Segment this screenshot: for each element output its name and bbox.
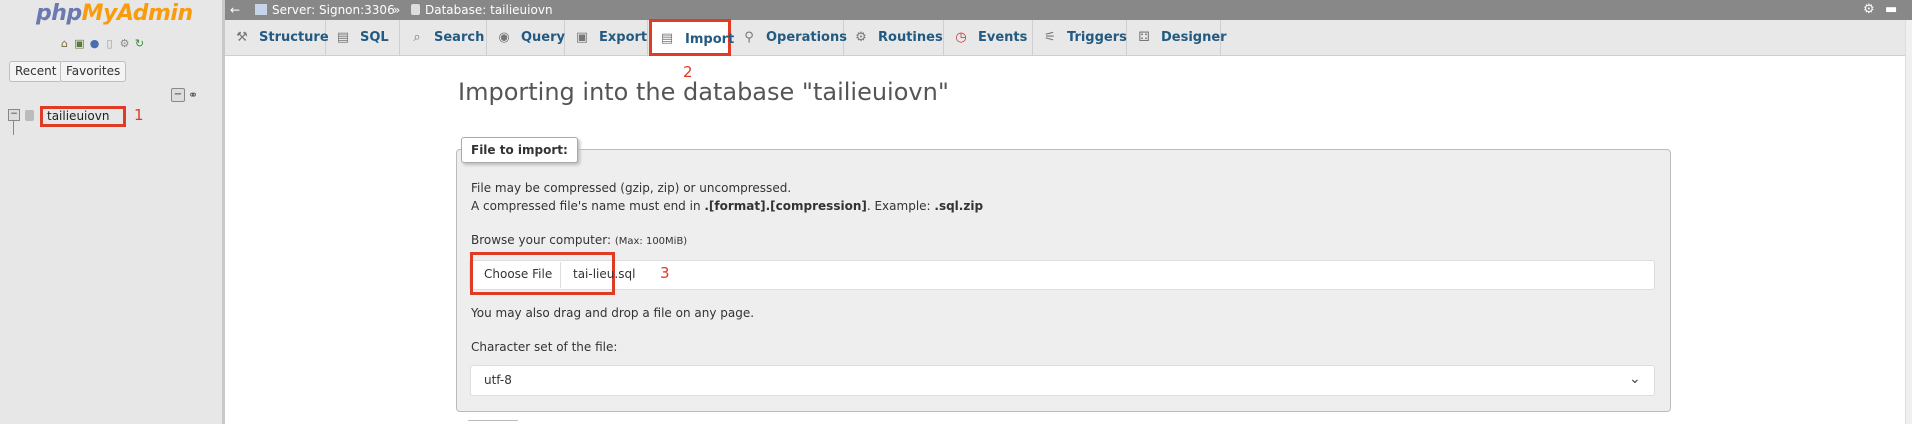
search-icon: ⌕ [413,30,421,45]
tab-search[interactable]: ⌕ Search [400,20,487,55]
tab-label: Triggers [1067,30,1127,45]
import-icon: ▤ [660,31,674,46]
browse-label-text: Browse your computer: [471,233,615,247]
link-with-main-icon[interactable]: ⚭ [188,88,198,102]
compression-note: File may be compressed (gzip, zip) or un… [471,181,792,195]
help-icon[interactable]: ● [88,37,101,50]
triggers-icon: ⚟ [1044,30,1056,45]
breadcrumb-database[interactable]: Database: tailieuiovn [425,0,553,20]
structure-icon: ⚒ [236,30,248,45]
tab-export[interactable]: ▣ Export [565,20,648,55]
browse-label: Browse your computer: (Max: 100MiB) [471,233,687,247]
max-size-label: (Max: 100MiB) [614,236,688,247]
breadcrumb-bar: ← Server: Signon:3306 » Database: tailie… [225,0,1912,20]
tab-triggers[interactable]: ⚟ Triggers [1033,20,1127,55]
charset-selected-value: utf-8 [484,373,512,387]
breadcrumb-server[interactable]: Server: Signon:3306 [272,0,395,20]
charset-label: Character set of the file: [471,340,618,354]
annotation-1: 1 [134,106,144,124]
tab-label: Designer [1161,30,1227,45]
tab-routines[interactable]: ⚙ Routines [844,20,944,55]
logo-myadmin: MyAdmin [81,1,193,26]
query-icon: ◉ [498,30,510,45]
recent-button[interactable]: Recent [9,61,63,82]
server-icon [255,4,267,15]
docs-icon[interactable]: ▯ [103,37,116,50]
ext-note-prefix: A compressed file's name must end in [471,199,705,213]
file-input[interactable] [469,260,1655,290]
chevron-down-icon[interactable]: ⌄ [1629,371,1641,387]
tab-label: Operations [766,30,847,45]
tab-label: Query [521,30,566,45]
settings-gear-icon[interactable]: ⚙ [1863,0,1875,20]
designer-icon: ⚃ [1138,30,1150,45]
tab-bar: ⚒ Structure ▤ SQL ⌕ Search ◉ Query ▣ Exp… [225,19,1905,56]
database-icon [411,4,420,15]
routines-icon: ⚙ [855,30,867,45]
tab-import[interactable]: ▤ Import [649,19,735,56]
database-item-tailieuiovn[interactable]: tailieuiovn [40,106,126,127]
reload-icon[interactable]: ↻ [133,37,146,50]
file-input-divider [560,262,561,288]
tab-label: Events [978,30,1028,45]
tab-label: Routines [878,30,943,45]
tab-label: Structure [259,30,329,45]
tab-events[interactable]: ◷ Events [944,20,1033,55]
tab-query[interactable]: ◉ Query [487,20,565,55]
sidebar-quick-icons: ⌂ ▣ ● ▯ ⚙ ↻ [58,37,146,50]
minimize-icon[interactable]: ▬ [1885,0,1897,20]
home-icon[interactable]: ⌂ [58,37,71,50]
export-icon: ▣ [575,30,589,45]
next-fieldset-edge [468,420,518,425]
phpmyadmin-logo[interactable]: phpMyAdmin [36,1,193,26]
ext-note-format: .[format].[compression] [704,199,867,213]
breadcrumb-separator: » [393,3,401,17]
tab-label: Export [599,30,648,45]
extension-note: A compressed file's name must end in .[f… [471,199,983,213]
exit-icon[interactable]: ▣ [73,37,86,50]
operations-icon: ⚲ [744,30,754,45]
charset-select[interactable] [470,365,1655,396]
database-icon [25,110,34,121]
choose-file-button[interactable]: Choose File [479,261,557,287]
tree-collapse-icon[interactable]: − [8,109,20,121]
annotation-3: 3 [660,264,670,282]
collapse-all-icon[interactable]: − [171,88,185,102]
tab-label: Import [685,32,735,47]
sql-icon: ▤ [336,30,350,45]
ext-note-mid: . Example: [866,199,935,213]
tab-sql[interactable]: ▤ SQL [326,20,400,55]
drag-drop-note: You may also drag and drop a file on any… [471,306,755,320]
page-title: Importing into the database "tailieuiovn… [458,78,949,106]
tab-structure[interactable]: ⚒ Structure [225,20,329,55]
events-icon: ◷ [955,30,967,45]
back-arrow-icon[interactable]: ← [230,0,240,20]
logo-php: php [36,1,82,26]
page-scrollbar[interactable] [1905,20,1912,424]
favorites-button[interactable]: Favorites [60,61,127,82]
selected-file-name: tai-lieu.sql [573,267,636,281]
ext-note-example: .sql.zip [934,199,984,213]
tab-label: Search [434,30,485,45]
tab-label: SQL [360,30,389,45]
settings-icon[interactable]: ⚙ [118,37,131,50]
tab-operations[interactable]: ⚲ Operations [732,20,847,55]
tab-designer[interactable]: ⚃ Designer [1127,20,1227,55]
tree-connector [13,121,14,135]
fieldset-legend: File to import: [461,137,578,163]
navigation-sidebar: phpMyAdmin ⌂ ▣ ● ▯ ⚙ ↻ Recent Favorites … [0,0,225,424]
